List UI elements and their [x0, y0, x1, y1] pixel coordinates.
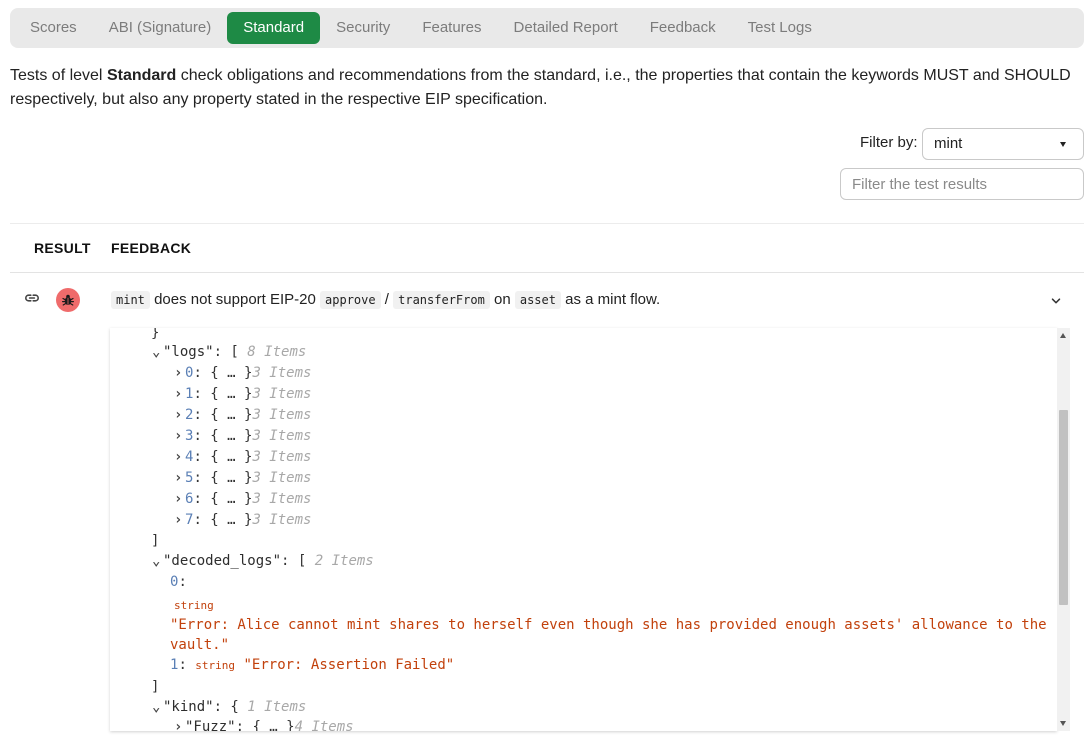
json-log-item[interactable]: › 4: { … }3 Items	[174, 448, 311, 466]
code-asset: asset	[514, 291, 561, 309]
json-type-label: string	[174, 599, 214, 612]
tab-scores[interactable]: Scores	[14, 12, 93, 44]
standard-description: Tests of level Standard check obligation…	[10, 64, 1080, 112]
json-log-item[interactable]: › 1: { … }3 Items	[174, 385, 311, 403]
filter-selected-value: mint	[934, 135, 963, 152]
column-header-feedback: FEEDBACK	[111, 240, 192, 256]
json-key-decoded-logs: "decoded_logs"	[163, 553, 282, 569]
json-viewer[interactable]: } ⌄ "logs": [ 8 Items › 0: { … }3 Items › 1…	[110, 328, 1057, 731]
chevron-right-icon[interactable]: ›	[174, 469, 185, 487]
json-logs-node: ⌄ "logs": [ 8 Items	[152, 343, 307, 361]
json-decoded-index: 0:	[170, 574, 187, 590]
tab-detailed-report[interactable]: Detailed Report	[498, 12, 634, 44]
json-string-value: vault."	[170, 637, 230, 653]
filter-select[interactable]: mint	[922, 128, 1084, 160]
json-decoded-logs-node: ⌄ "decoded_logs": [ 2 Items	[152, 552, 374, 570]
bug-icon	[62, 294, 74, 306]
chevron-down-icon[interactable]: ⌄	[152, 552, 163, 570]
json-kind-node: ⌄ "kind": { 1 Items	[152, 698, 307, 716]
chevron-right-icon[interactable]: ›	[174, 448, 185, 466]
chevron-right-icon[interactable]: ›	[174, 406, 185, 424]
code-mint: mint	[111, 291, 150, 309]
chevron-down-icon[interactable]: ⌄	[152, 343, 163, 361]
tab-test-logs[interactable]: Test Logs	[732, 12, 828, 44]
chevron-right-icon[interactable]: ›	[174, 490, 185, 508]
chevron-right-icon[interactable]: ›	[174, 364, 185, 382]
json-log-item[interactable]: › 2: { … }3 Items	[174, 406, 311, 424]
tab-security[interactable]: Security	[320, 12, 406, 44]
json-fuzz-node[interactable]: › "Fuzz": { … }4 Items	[174, 718, 354, 731]
json-brace: }	[151, 328, 160, 341]
column-header-result: RESULT	[34, 240, 91, 256]
chevron-right-icon[interactable]: ›	[174, 718, 185, 731]
json-log-item[interactable]: › 6: { … }3 Items	[174, 490, 311, 508]
scrollbar-thumb[interactable]	[1059, 410, 1068, 605]
intro-pre: Tests of level	[10, 67, 107, 84]
table-header-divider	[10, 272, 1084, 273]
json-key-kind: "kind"	[163, 699, 214, 715]
caret-down-icon	[1060, 142, 1066, 147]
filter-label: Filter by:	[860, 134, 918, 151]
json-key-logs: "logs"	[163, 344, 214, 360]
json-string-value: "Error: Alice cannot mint shares to hers…	[170, 617, 1047, 633]
code-transferfrom: transferFrom	[393, 291, 490, 309]
feedback-fragment: /	[384, 291, 389, 308]
tab-abi-signature[interactable]: ABI (Signature)	[93, 12, 228, 44]
intro-bold: Standard	[106, 67, 177, 84]
code-approve: approve	[320, 291, 381, 309]
feedback-fragment: on	[494, 291, 511, 308]
tab-bar: Scores ABI (Signature) Standard Security…	[10, 8, 1084, 48]
feedback-fragment: as a mint flow.	[565, 291, 661, 308]
json-close-bracket: ]	[151, 533, 160, 549]
chevron-right-icon[interactable]: ›	[174, 511, 185, 529]
json-scrollbar[interactable]	[1057, 328, 1070, 731]
link-icon[interactable]	[24, 290, 40, 306]
json-close-bracket: ]	[151, 679, 160, 695]
scroll-up-arrow-icon[interactable]	[1060, 333, 1066, 338]
chevron-right-icon[interactable]: ›	[174, 427, 185, 445]
tab-feedback[interactable]: Feedback	[634, 12, 732, 44]
json-log-item[interactable]: › 0: { … }3 Items	[174, 364, 311, 382]
json-logs-count: 8 Items	[247, 344, 307, 360]
json-log-item[interactable]: › 3: { … }3 Items	[174, 427, 311, 445]
table-top-border	[10, 223, 1084, 224]
tab-features[interactable]: Features	[406, 12, 497, 44]
json-log-item[interactable]: › 5: { … }3 Items	[174, 469, 311, 487]
tab-standard[interactable]: Standard	[227, 12, 321, 44]
chevron-down-icon[interactable]	[1049, 294, 1063, 308]
filter-search-input[interactable]	[840, 168, 1084, 200]
chevron-down-icon[interactable]: ⌄	[152, 698, 163, 716]
test-result-badge	[56, 288, 80, 312]
chevron-right-icon[interactable]: ›	[174, 385, 185, 403]
json-decoded-item: 1: string "Error: Assertion Failed"	[170, 657, 455, 673]
feedback-text: mint does not support EIP-20 approve / t…	[111, 290, 660, 310]
json-log-item[interactable]: › 7: { … }3 Items	[174, 511, 311, 529]
scroll-down-arrow-icon[interactable]	[1060, 721, 1066, 726]
feedback-fragment: does not support EIP-20	[154, 291, 316, 308]
